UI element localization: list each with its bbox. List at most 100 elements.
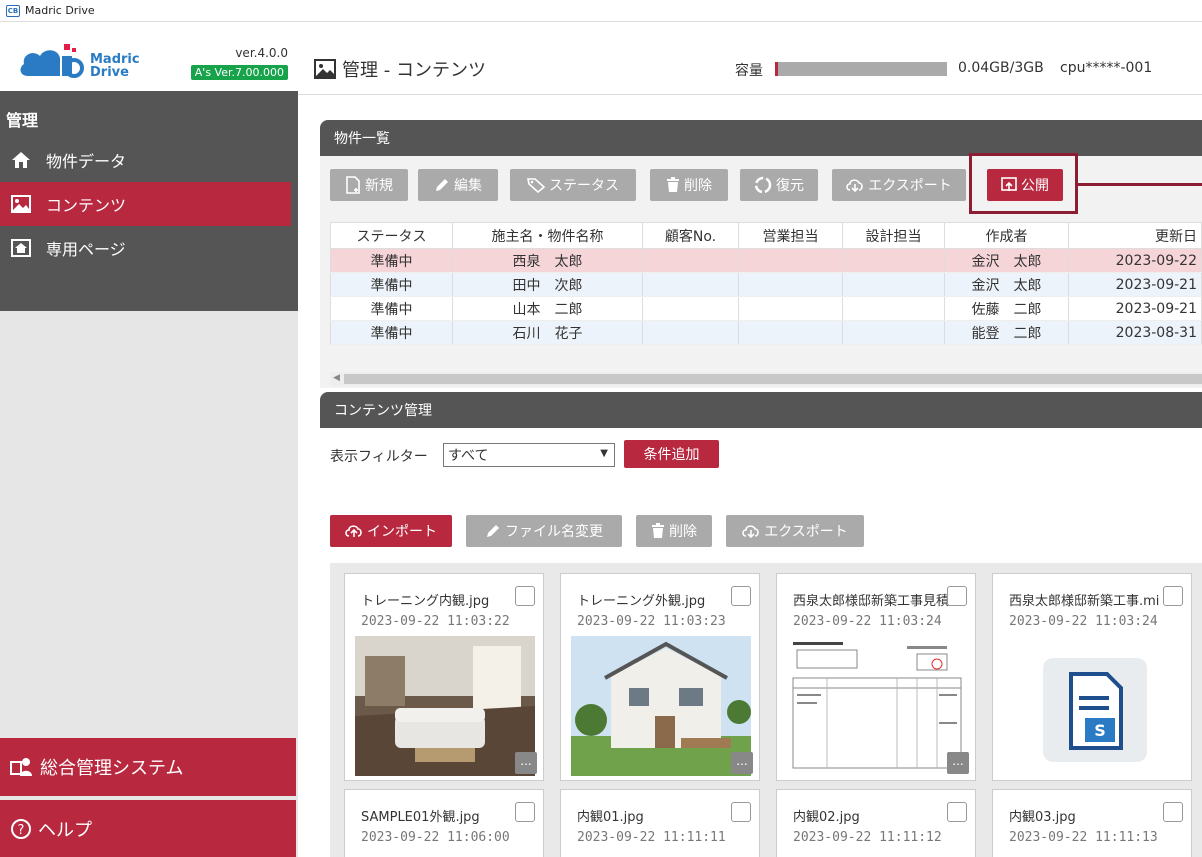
cell-design [842, 296, 945, 321]
new-button[interactable]: 新規 [330, 169, 408, 201]
cell-sales [738, 248, 843, 273]
scrollbar-thumb[interactable] [344, 374, 1202, 384]
contents-title: コンテンツ管理 [334, 403, 432, 419]
table-header-row: ステータス 施主名・物件名称 顧客No. 営業担当 設計担当 作成者 更新日 [330, 222, 1202, 249]
cell-customer [642, 272, 739, 297]
help-button[interactable]: ? ヘルプ [0, 800, 296, 857]
cell-updated: 2023-08-31 [1068, 320, 1202, 345]
file-name: トレーニング内観.jpg [361, 594, 490, 609]
nav-item-contents[interactable]: コンテンツ [0, 182, 291, 226]
file-checkbox[interactable] [515, 802, 535, 822]
file-checkbox[interactable] [947, 586, 967, 606]
cloud-download-icon [742, 523, 760, 539]
export-button-label: エクスポート [868, 178, 952, 194]
file-card[interactable]: 内観01.jpg 2023-09-22 11:11:11 [560, 789, 760, 857]
exterior-photo-thumbnail [571, 636, 751, 776]
cell-updated: 2023-09-22 [1068, 248, 1202, 273]
logo-area: Madric Drive ver.4.0.0 A's Ver.7.00.000 [0, 22, 298, 91]
column-header[interactable]: ステータス [330, 222, 453, 249]
import-button[interactable]: インポート [330, 515, 452, 547]
import-button-label: インポート [367, 524, 437, 540]
file-checkbox[interactable] [947, 802, 967, 822]
pencil-icon [485, 523, 501, 539]
file-card[interactable]: 西泉太郎様邸新築工事.mi 2023-09-22 11:03:24 S [992, 573, 1192, 781]
cell-status: 準備中 [330, 272, 453, 297]
cell-creator: 佐藤 二郎 [944, 296, 1069, 321]
table-row[interactable]: 準備中 石川 花子 能登 二郎 2023-08-31 [330, 320, 1202, 345]
file-card[interactable]: 内観02.jpg 2023-09-22 11:11:12 [776, 789, 976, 857]
file-date: 2023-09-22 11:11:12 [793, 830, 942, 845]
file-name: 内観03.jpg [1009, 810, 1076, 825]
callout-line [1078, 183, 1202, 186]
column-header[interactable]: 更新日 [1068, 222, 1202, 249]
file-checkbox[interactable] [1163, 802, 1183, 822]
nav-item-dedicated-page[interactable]: 専用ページ [0, 226, 291, 270]
cell-design [842, 248, 945, 273]
app-icon: CB [6, 4, 20, 17]
table-row[interactable]: 準備中 山本 二郎 佐藤 二郎 2023-09-21 [330, 296, 1202, 321]
cell-design [842, 272, 945, 297]
more-icon[interactable]: ... [947, 752, 969, 774]
column-header[interactable]: 営業担当 [738, 222, 843, 249]
restore-button[interactable]: 復元 [740, 169, 818, 201]
file-grid: トレーニング内観.jpg 2023-09-22 11:03:22 ... トレー… [330, 563, 1202, 857]
filter-select[interactable]: すべて ▼ [443, 443, 615, 467]
total-management-system-button[interactable]: 総合管理システム [0, 738, 296, 796]
trash-icon [651, 523, 665, 539]
file-card[interactable]: 西泉太郎様邸新築工事見積 2023-09-22 11:03:24 ... [776, 573, 976, 781]
publish-highlight-frame [969, 153, 1078, 214]
user-desk-icon [10, 756, 34, 778]
file-date: 2023-09-22 11:11:11 [577, 830, 726, 845]
file-card[interactable]: SAMPLE01外観.jpg 2023-09-22 11:06:00 [344, 789, 544, 857]
add-condition-button[interactable]: 条件追加 [624, 440, 719, 468]
property-table: ステータス 施主名・物件名称 顧客No. 営業担当 設計担当 作成者 更新日 準… [330, 222, 1202, 345]
property-list-title: 物件一覧 [334, 131, 390, 147]
contents-header: コンテンツ管理 [320, 392, 1202, 428]
column-header[interactable]: 施主名・物件名称 [452, 222, 643, 249]
file-date: 2023-09-22 11:03:22 [361, 614, 510, 629]
file-card[interactable]: トレーニング外観.jpg 2023-09-22 11:03:23 ... [560, 573, 760, 781]
table-row[interactable]: 準備中 西泉 太郎 金沢 太郎 2023-09-22 [330, 248, 1202, 273]
more-icon[interactable]: ... [515, 752, 537, 774]
file-date: 2023-09-22 11:03:24 [793, 614, 942, 629]
cell-updated: 2023-09-21 [1068, 272, 1202, 297]
file-card[interactable]: トレーニング内観.jpg 2023-09-22 11:03:22 ... [344, 573, 544, 781]
edit-button-label: 編集 [454, 178, 482, 194]
file-checkbox[interactable] [731, 586, 751, 606]
file-checkbox[interactable] [1163, 586, 1183, 606]
file-name: 西泉太郎様邸新築工事見積 [793, 594, 950, 609]
cell-name: 石川 花子 [452, 320, 643, 345]
export-button[interactable]: エクスポート [832, 169, 966, 201]
cell-design [842, 320, 945, 345]
delete-button[interactable]: 削除 [650, 169, 728, 201]
image-icon [314, 59, 336, 79]
column-header[interactable]: 設計担当 [842, 222, 945, 249]
status-button[interactable]: ステータス [510, 169, 636, 201]
contents-delete-button[interactable]: 削除 [636, 515, 712, 547]
column-header[interactable]: 作成者 [944, 222, 1069, 249]
more-icon[interactable]: ... [731, 752, 753, 774]
nav-item-property-data[interactable]: 物件データ [0, 138, 291, 182]
edit-button[interactable]: 編集 [418, 169, 498, 201]
cell-sales [738, 296, 843, 321]
cloud-download-icon [846, 177, 864, 193]
file-checkbox[interactable] [731, 802, 751, 822]
contents-export-button[interactable]: エクスポート [726, 515, 864, 547]
horizontal-scrollbar[interactable]: ◀ [330, 372, 1202, 386]
cell-name: 山本 二郎 [452, 296, 643, 321]
page-title-text: 管理 - コンテンツ [342, 60, 486, 81]
rename-button[interactable]: ファイル名変更 [466, 515, 622, 547]
cell-customer [642, 320, 739, 345]
window-title: Madric Drive [25, 4, 95, 17]
file-card[interactable]: 内観03.jpg 2023-09-22 11:11:13 [992, 789, 1192, 857]
restore-button-label: 復元 [776, 178, 804, 194]
scroll-left-icon[interactable]: ◀ [333, 373, 340, 383]
cell-customer [642, 296, 739, 321]
cell-sales [738, 320, 843, 345]
delete-button-label: 削除 [684, 178, 712, 194]
cell-customer [642, 248, 739, 273]
file-checkbox[interactable] [515, 586, 535, 606]
table-row[interactable]: 準備中 田中 次郎 金沢 太郎 2023-09-21 [330, 272, 1202, 297]
status-button-label: ステータス [549, 178, 619, 194]
column-header[interactable]: 顧客No. [642, 222, 739, 249]
